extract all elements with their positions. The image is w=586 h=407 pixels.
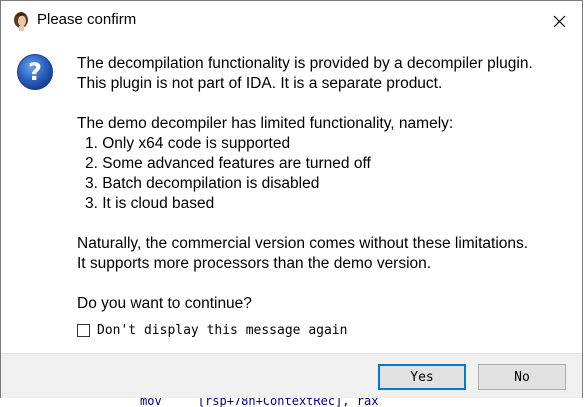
limitations-intro: The demo decompiler has limited function… — [77, 115, 454, 132]
limitation-item: 2. Some advanced features are turned off — [85, 155, 371, 172]
yes-button[interactable]: Yes — [378, 364, 466, 390]
limitations-section: The demo decompiler has limited function… — [77, 114, 577, 214]
dialog-title: Please confirm — [37, 11, 137, 28]
svg-text:?: ? — [28, 58, 42, 86]
no-button[interactable]: No — [478, 364, 566, 390]
message-line: Naturally, the commercial version comes … — [77, 235, 529, 252]
title-bar[interactable]: Please confirm — [1, 1, 582, 39]
confirm-dialog: Please confirm ? The decompilation funct… — [0, 0, 583, 398]
limitation-item: 3. Batch decompilation is disabled — [85, 175, 320, 192]
message-line: It supports more processors than the dem… — [77, 255, 432, 272]
message-line: This plugin is not part of IDA. It is a … — [77, 75, 443, 92]
dont-display-again-row[interactable]: Don't display this message again — [77, 321, 347, 339]
question-icon: ? — [17, 54, 53, 90]
close-icon[interactable] — [548, 10, 570, 32]
limitation-item: 1. Only x64 code is supported — [85, 135, 291, 152]
message-line: The decompilation functionality is provi… — [77, 55, 533, 72]
ida-app-icon — [14, 12, 28, 31]
message-intro: The decompilation functionality is provi… — [77, 54, 577, 94]
message-body: The decompilation functionality is provi… — [77, 54, 577, 314]
button-bar: Yes No — [1, 353, 582, 398]
commercial-note: Naturally, the commercial version comes … — [77, 234, 577, 274]
limitation-item: 3. It is cloud based — [85, 195, 215, 212]
dont-display-again-checkbox[interactable] — [77, 323, 90, 337]
dont-display-again-label[interactable]: Don't display this message again — [97, 323, 347, 338]
continue-question: Do you want to continue? — [77, 295, 252, 312]
